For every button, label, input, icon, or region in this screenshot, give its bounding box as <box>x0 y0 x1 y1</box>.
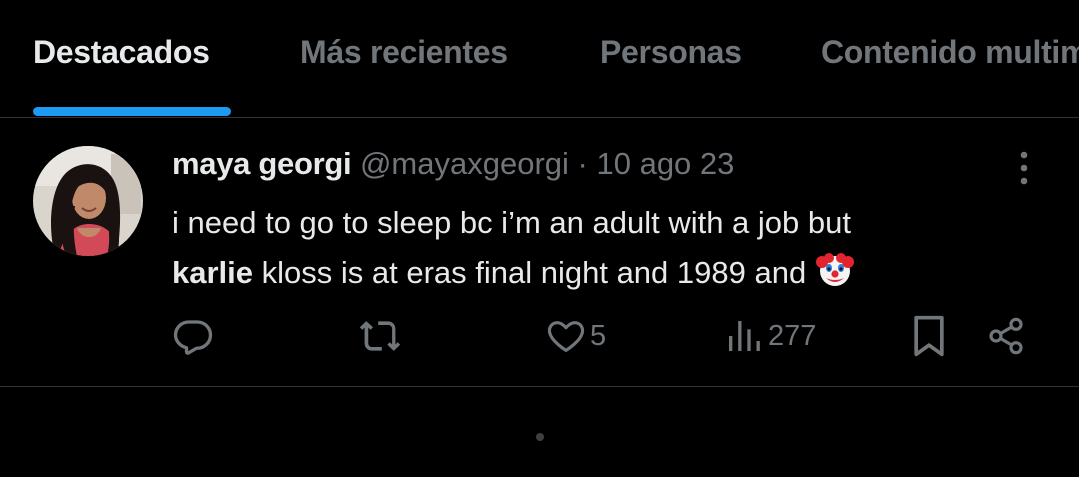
bookmark-icon <box>914 315 944 357</box>
views-count: 277 <box>768 319 817 352</box>
bookmark-button[interactable] <box>910 314 948 358</box>
tweet[interactable]: maya georgi @mayaxgeorgi · 10 ago 23 i n… <box>0 118 1079 387</box>
reply-button[interactable] <box>172 314 214 358</box>
views-button[interactable]: 277 <box>724 314 816 358</box>
tweet-header: maya georgi @mayaxgeorgi · 10 ago 23 <box>172 146 734 182</box>
retweet-button[interactable] <box>358 314 402 358</box>
heart-icon <box>547 321 585 352</box>
views-chart-icon <box>729 321 760 351</box>
tab-contenido-multimedia[interactable]: Contenido multimedia <box>821 34 1079 71</box>
tweet-text: i need to go to sleep bc i’m an adult wi… <box>172 198 1052 298</box>
tab-mas-recientes[interactable]: Más recientes <box>300 34 508 71</box>
tweet-date[interactable]: 10 ago 23 <box>596 146 734 181</box>
tweet-text-line2: kloss is at eras final night and 1989 an… <box>253 255 815 290</box>
like-button[interactable]: 5 <box>546 314 606 358</box>
search-tabs: Destacados Más recientes Personas Conten… <box>0 0 1079 118</box>
active-tab-indicator <box>33 107 231 116</box>
author-name[interactable]: maya georgi <box>172 146 352 181</box>
clown-face-emoji-icon <box>815 253 854 286</box>
share-icon <box>989 317 1023 355</box>
author-handle[interactable]: @mayaxgeorgi <box>360 146 569 181</box>
tweet-text-bold-word: karlie <box>172 255 254 290</box>
reply-icon <box>173 320 213 355</box>
header-separator: · <box>577 146 588 181</box>
retweet-icon <box>359 321 401 351</box>
like-count: 5 <box>590 319 607 352</box>
tweet-text-line1: i need to go to sleep bc i’m an adult wi… <box>172 205 851 240</box>
more-options-icon[interactable] <box>1010 150 1038 190</box>
tab-personas[interactable]: Personas <box>600 34 742 71</box>
tab-destacados[interactable]: Destacados <box>33 34 210 71</box>
loading-dot <box>536 433 544 441</box>
avatar-photo <box>33 146 143 256</box>
avatar[interactable] <box>33 146 143 256</box>
share-button[interactable] <box>986 314 1026 358</box>
